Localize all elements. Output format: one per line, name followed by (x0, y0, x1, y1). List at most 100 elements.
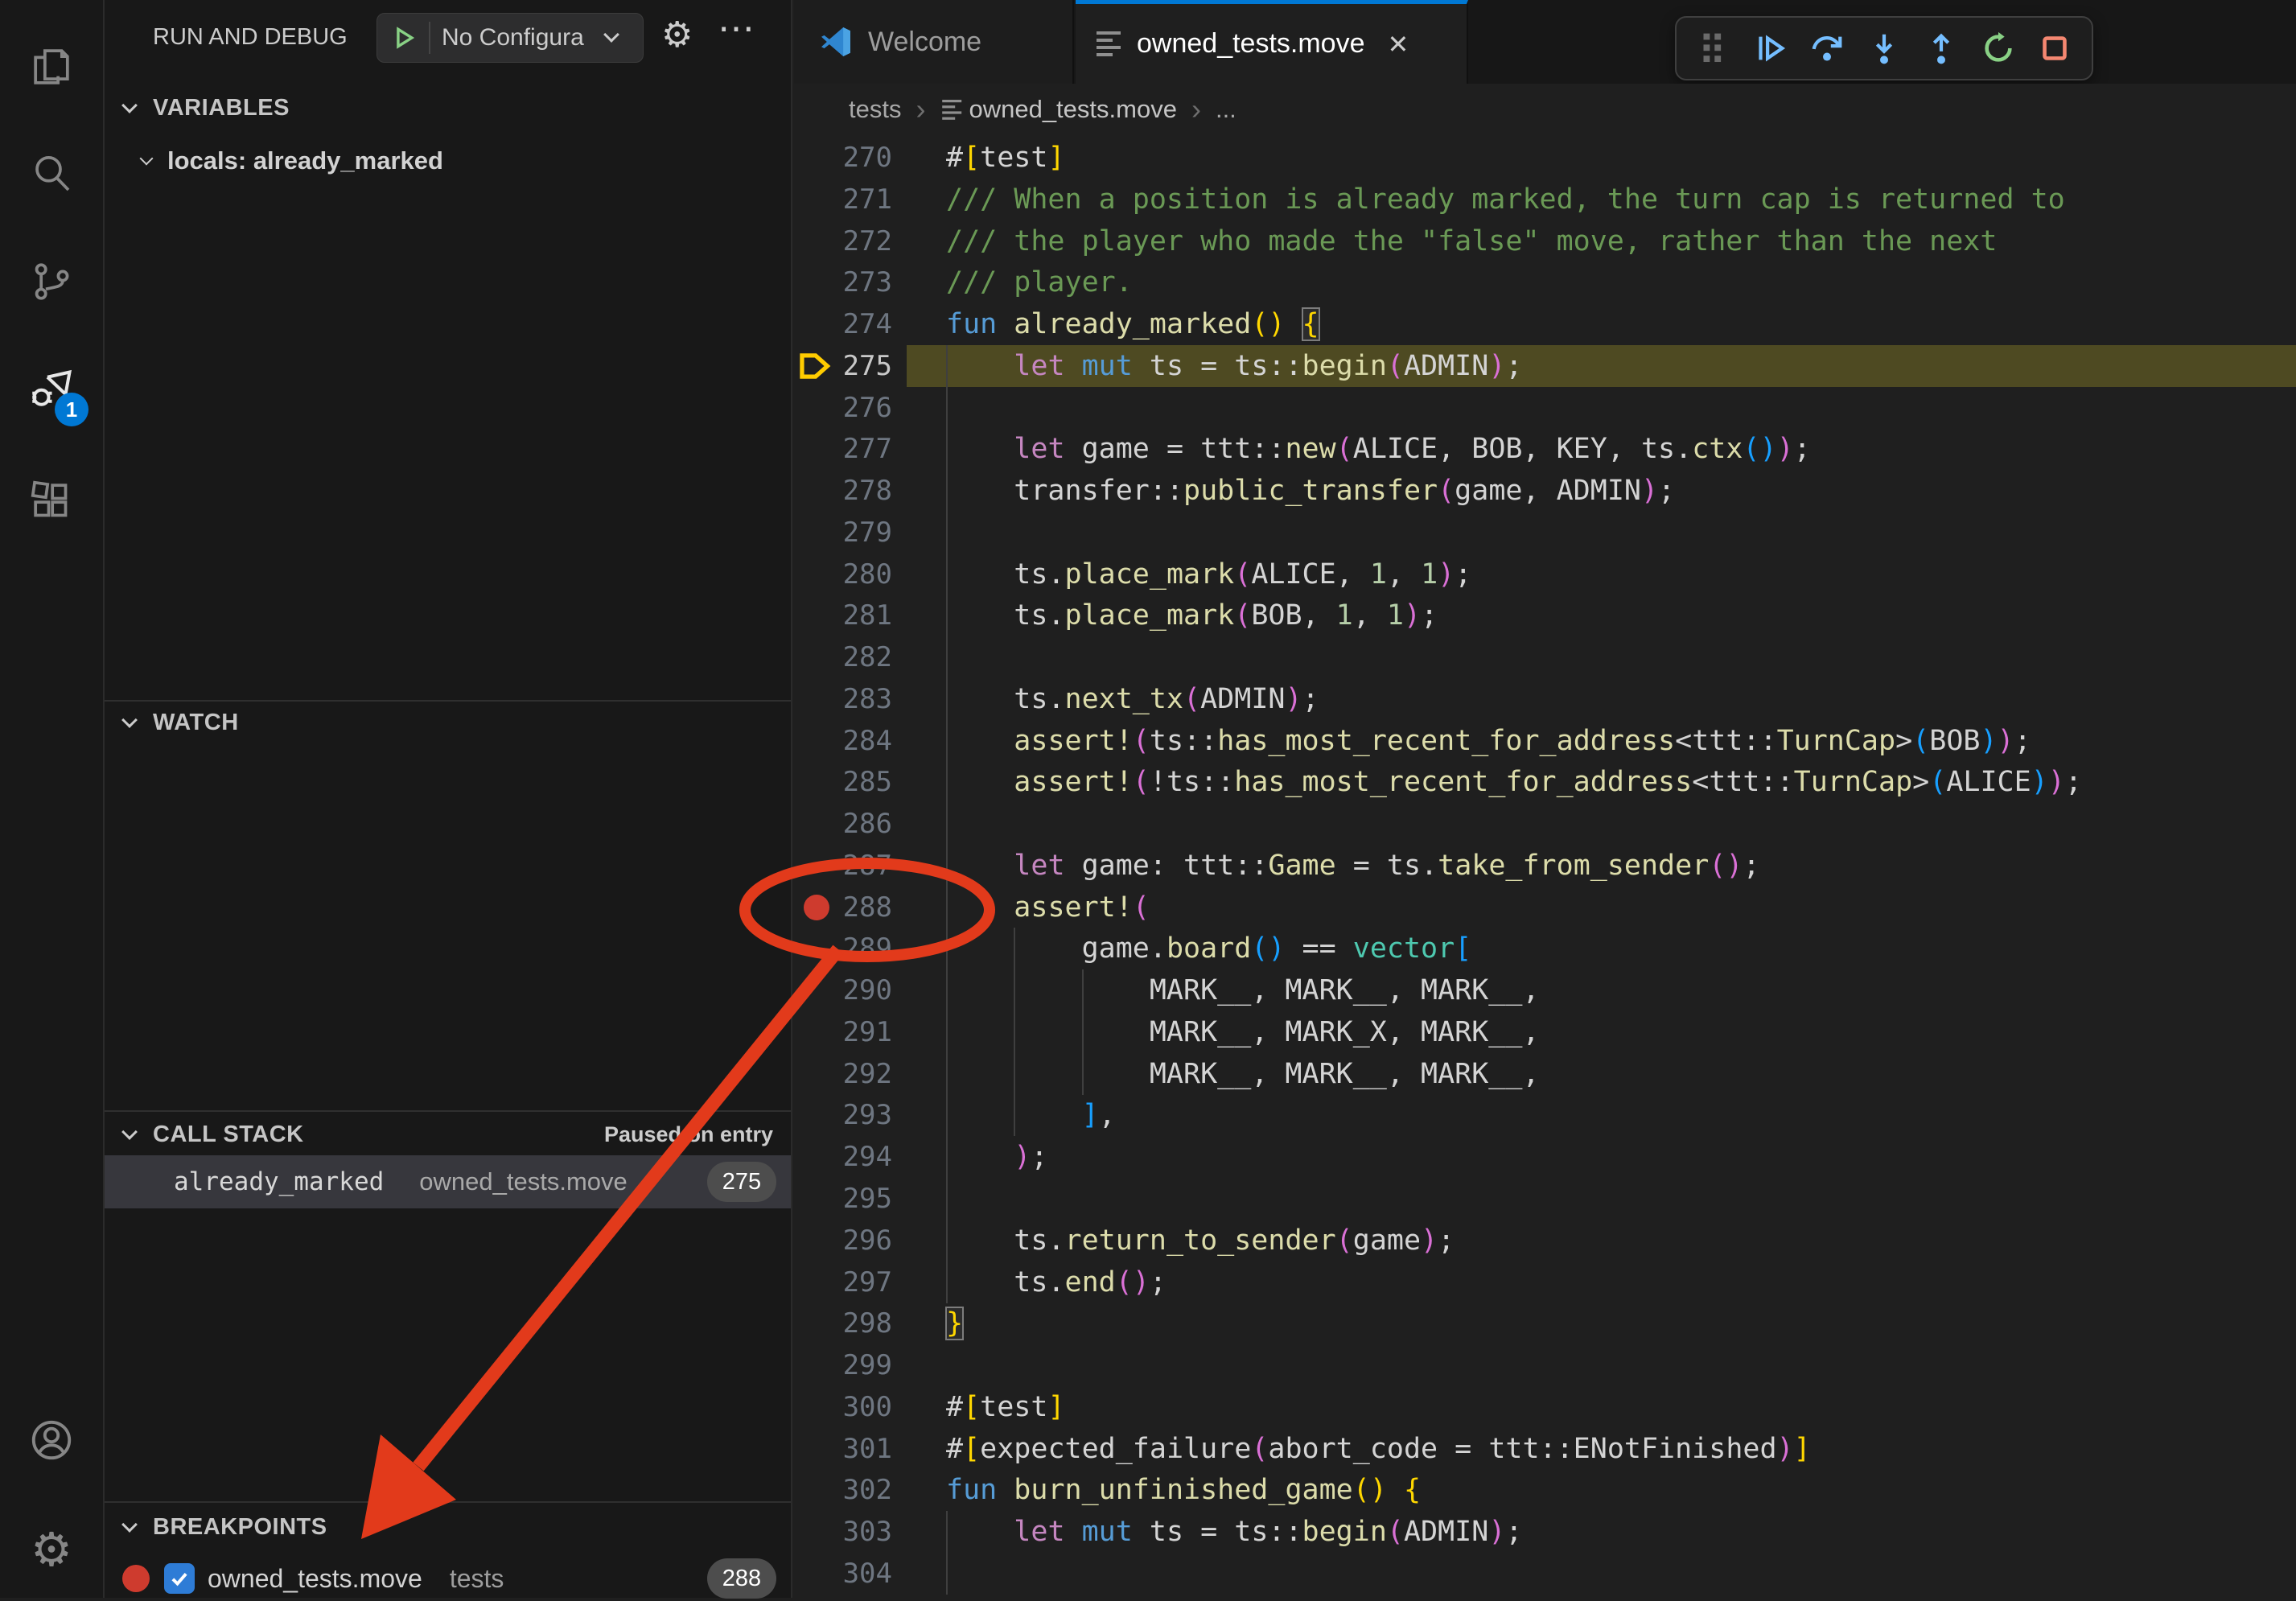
code-line-290[interactable]: 290 MARK__, MARK__, MARK__, (794, 969, 2296, 1011)
line-number[interactable]: 279 (794, 512, 892, 554)
code-line-272[interactable]: 272/// the player who made the "false" m… (794, 220, 2296, 262)
line-number[interactable]: 272 (794, 220, 892, 262)
line-number[interactable]: 303 (794, 1511, 892, 1553)
step-into-button[interactable] (1862, 26, 1907, 71)
debug-settings-gear-icon[interactable]: ⚙ (661, 14, 693, 56)
line-number[interactable]: 291 (794, 1011, 892, 1053)
code-line-273[interactable]: 273/// player. (794, 261, 2296, 303)
line-number[interactable]: 288 (794, 887, 892, 928)
line-number[interactable]: 304 (794, 1553, 892, 1595)
extensions-icon[interactable] (0, 457, 103, 545)
tab-welcome[interactable]: Welcome (794, 0, 1074, 84)
line-number[interactable]: 277 (794, 428, 892, 470)
line-number[interactable]: 294 (794, 1136, 892, 1178)
line-number[interactable]: 283 (794, 678, 892, 720)
continue-button[interactable] (1747, 26, 1792, 71)
code-line-287[interactable]: 287 let game: ttt::Game = ts.take_from_s… (794, 845, 2296, 887)
line-number[interactable]: 270 (794, 137, 892, 179)
code-line-294[interactable]: 294 ); (794, 1136, 2296, 1178)
step-over-button[interactable] (1804, 26, 1850, 71)
code-line-301[interactable]: 301#[expected_failure(abort_code = ttt::… (794, 1428, 2296, 1470)
breakpoint-checkbox[interactable] (164, 1563, 195, 1594)
breakpoint-row[interactable]: owned_tests.move tests 288 (105, 1556, 791, 1601)
code-line-275[interactable]: 275 let mut ts = ts::begin(ADMIN); (794, 345, 2296, 387)
code-line-299[interactable]: 299 (794, 1344, 2296, 1386)
code-line-296[interactable]: 296 ts.return_to_sender(game); (794, 1220, 2296, 1261)
account-icon[interactable] (0, 1396, 103, 1484)
code-line-277[interactable]: 277 let game = ttt::new(ALICE, BOB, KEY,… (794, 428, 2296, 470)
code-line-297[interactable]: 297 ts.end(); (794, 1261, 2296, 1303)
settings-gear-icon[interactable]: ⚙ (0, 1506, 103, 1595)
line-number[interactable]: 296 (794, 1220, 892, 1261)
line-number[interactable]: 292 (794, 1053, 892, 1095)
code-line-279[interactable]: 279 (794, 512, 2296, 554)
variables-section-header[interactable]: VARIABLES (105, 87, 791, 129)
breadcrumb-file[interactable]: owned_tests.move (969, 95, 1176, 124)
code-line-302[interactable]: 302fun burn_unfinished_game() { (794, 1469, 2296, 1511)
code-line-282[interactable]: 282 (794, 636, 2296, 678)
line-number[interactable]: 295 (794, 1178, 892, 1220)
breadcrumb-folder[interactable]: tests (849, 95, 901, 124)
code-line-276[interactable]: 276 (794, 387, 2296, 429)
code-line-293[interactable]: 293 ], (794, 1094, 2296, 1136)
line-number[interactable]: 302 (794, 1469, 892, 1511)
line-number[interactable]: 286 (794, 803, 892, 845)
launch-configuration-dropdown[interactable]: No Configura (376, 13, 644, 63)
source-control-icon[interactable] (0, 237, 103, 326)
code-editor[interactable]: 270#[test]271/// When a position is alre… (794, 137, 2296, 1598)
line-number[interactable]: 274 (794, 303, 892, 345)
start-debug-icon[interactable] (390, 24, 418, 51)
line-number[interactable]: 284 (794, 720, 892, 762)
search-icon[interactable] (0, 129, 103, 217)
breadcrumb-symbol[interactable]: ... (1216, 95, 1236, 124)
line-number[interactable]: 280 (794, 554, 892, 595)
code-line-278[interactable]: 278 transfer::public_transfer(game, ADMI… (794, 470, 2296, 512)
line-number[interactable]: 276 (794, 387, 892, 429)
line-number[interactable]: 275 (794, 345, 892, 387)
stop-button[interactable] (2032, 26, 2077, 71)
code-line-300[interactable]: 300#[test] (794, 1386, 2296, 1428)
code-line-284[interactable]: 284 assert!(ts::has_most_recent_for_addr… (794, 720, 2296, 762)
line-number[interactable]: 299 (794, 1344, 892, 1386)
line-number[interactable]: 300 (794, 1386, 892, 1428)
run-and-debug-icon[interactable]: 1 (0, 346, 103, 434)
code-line-281[interactable]: 281 ts.place_mark(BOB, 1, 1); (794, 595, 2296, 636)
explorer-icon[interactable] (0, 23, 103, 111)
code-line-303[interactable]: 303 let mut ts = ts::begin(ADMIN); (794, 1511, 2296, 1553)
line-number[interactable]: 287 (794, 845, 892, 887)
code-line-280[interactable]: 280 ts.place_mark(ALICE, 1, 1); (794, 554, 2296, 595)
code-line-298[interactable]: 298} (794, 1303, 2296, 1344)
more-actions-icon[interactable]: ⋯ (718, 6, 758, 50)
code-line-283[interactable]: 283 ts.next_tx(ADMIN); (794, 678, 2296, 720)
code-line-304[interactable]: 304 (794, 1553, 2296, 1595)
line-number[interactable]: 271 (794, 179, 892, 220)
code-line-270[interactable]: 270#[test] (794, 137, 2296, 179)
code-line-295[interactable]: 295 (794, 1178, 2296, 1220)
code-line-292[interactable]: 292 MARK__, MARK__, MARK__, (794, 1053, 2296, 1095)
code-line-288[interactable]: 288 assert!( (794, 887, 2296, 928)
restart-button[interactable] (1976, 26, 2021, 71)
code-line-274[interactable]: 274fun already_marked() { (794, 303, 2296, 345)
line-number[interactable]: 290 (794, 969, 892, 1011)
line-number[interactable]: 273 (794, 261, 892, 303)
code-line-271[interactable]: 271/// When a position is already marked… (794, 179, 2296, 220)
code-line-286[interactable]: 286 (794, 803, 2296, 845)
line-number[interactable]: 298 (794, 1303, 892, 1344)
step-out-button[interactable] (1919, 26, 1964, 71)
watch-section-header[interactable]: WATCH (105, 702, 791, 743)
line-number[interactable]: 301 (794, 1428, 892, 1470)
code-line-289[interactable]: 289 game.board() == vector[ (794, 928, 2296, 969)
breakpoints-section-header[interactable]: BREAKPOINTS (105, 1506, 791, 1548)
line-number[interactable]: 293 (794, 1094, 892, 1136)
line-number[interactable]: 297 (794, 1261, 892, 1303)
code-line-291[interactable]: 291 MARK__, MARK_X, MARK__, (794, 1011, 2296, 1053)
line-number[interactable]: 278 (794, 470, 892, 512)
code-line-285[interactable]: 285 assert!(!ts::has_most_recent_for_add… (794, 761, 2296, 803)
close-icon[interactable]: ✕ (1388, 29, 1409, 60)
variables-scope-row[interactable]: locals: already_marked (105, 138, 791, 183)
line-number[interactable]: 281 (794, 595, 892, 636)
call-stack-section-header[interactable]: CALL STACK Paused on entry (105, 1113, 791, 1155)
call-stack-frame-row[interactable]: already_marked owned_tests.move 275 (105, 1155, 791, 1208)
line-number[interactable]: 289 (794, 928, 892, 969)
drag-handle-icon[interactable] (1690, 26, 1735, 71)
